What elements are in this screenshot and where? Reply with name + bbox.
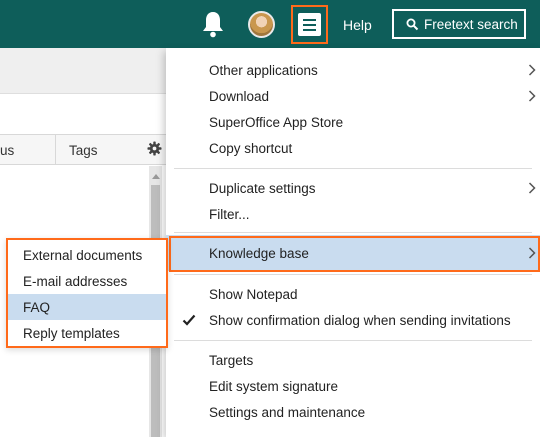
- menu-item-label: Settings and maintenance: [209, 404, 366, 420]
- menu-item-copy-shortcut[interactable]: Copy shortcut: [166, 135, 540, 161]
- submenu-item-faq[interactable]: FAQ: [8, 294, 166, 320]
- menu-divider: [174, 168, 532, 169]
- submenu-item-label: FAQ: [23, 299, 51, 315]
- knowledge-base-submenu: External documents E-mail addresses FAQ …: [6, 238, 168, 348]
- help-link[interactable]: Help: [343, 17, 372, 33]
- menu-item-label: Copy shortcut: [209, 140, 293, 156]
- search-button-label: Freetext search: [424, 16, 518, 32]
- menu-item-other-applications[interactable]: Other applications: [166, 57, 540, 83]
- submenu-item-label: External documents: [23, 247, 143, 263]
- checkmark-icon: [182, 314, 196, 326]
- top-bar: Help Freetext search: [0, 0, 540, 48]
- menu-item-show-notepad[interactable]: Show Notepad: [166, 281, 540, 307]
- menu-item-label: Edit system signature: [209, 378, 339, 394]
- submenu-item-external-documents[interactable]: External documents: [8, 242, 166, 268]
- menu-item-label: SuperOffice App Store: [209, 114, 344, 130]
- freetext-search-button[interactable]: Freetext search: [392, 9, 526, 39]
- menu-item-filter[interactable]: Filter...: [166, 201, 540, 227]
- menu-divider: [174, 340, 532, 341]
- menu-item-label: Show confirmation dialog when sending in…: [209, 312, 511, 328]
- submenu-item-reply-templates[interactable]: Reply templates: [8, 320, 166, 346]
- knowledge-base-callout: [169, 236, 540, 272]
- menu-item-download[interactable]: Download: [166, 83, 540, 109]
- menu-item-targets[interactable]: Targets: [166, 347, 540, 373]
- scroll-up-arrow-icon[interactable]: [152, 174, 160, 179]
- avatar[interactable]: [248, 11, 275, 38]
- menu-item-label: Download: [209, 88, 270, 104]
- hamburger-menu-icon: [298, 13, 321, 36]
- toolbar-strip: [0, 48, 168, 94]
- bell-icon[interactable]: [201, 10, 225, 38]
- menu-item-label: Show Notepad: [209, 286, 298, 302]
- menu-divider: [174, 232, 532, 233]
- submenu-item-label: Reply templates: [23, 325, 120, 341]
- menu-item-label: Targets: [209, 352, 254, 368]
- menu-item-edit-system-signature[interactable]: Edit system signature: [166, 373, 540, 399]
- menu-item-show-confirmation-dialog[interactable]: Show confirmation dialog when sending in…: [166, 307, 540, 333]
- menu-divider: [174, 274, 532, 275]
- column-divider: [55, 135, 56, 165]
- menu-item-app-store[interactable]: SuperOffice App Store: [166, 109, 540, 135]
- menu-item-label: Other applications: [209, 62, 318, 78]
- column-header-status[interactable]: us: [0, 143, 14, 158]
- column-header-tags[interactable]: Tags: [69, 143, 98, 158]
- menu-item-label: Filter...: [209, 206, 250, 222]
- menu-item-settings-maintenance[interactable]: Settings and maintenance: [166, 399, 540, 425]
- chevron-right-icon: [528, 90, 536, 102]
- submenu-item-email-addresses[interactable]: E-mail addresses: [8, 268, 166, 294]
- list-column-header: us Tags: [0, 134, 168, 165]
- menu-item-duplicate-settings[interactable]: Duplicate settings: [166, 175, 540, 201]
- search-icon: [406, 18, 419, 30]
- main-menu-button[interactable]: [291, 5, 328, 44]
- menu-item-label: Duplicate settings: [209, 180, 316, 196]
- submenu-item-label: E-mail addresses: [23, 273, 128, 289]
- gear-icon[interactable]: [147, 141, 162, 156]
- chevron-right-icon: [528, 182, 536, 194]
- chevron-right-icon: [528, 64, 536, 76]
